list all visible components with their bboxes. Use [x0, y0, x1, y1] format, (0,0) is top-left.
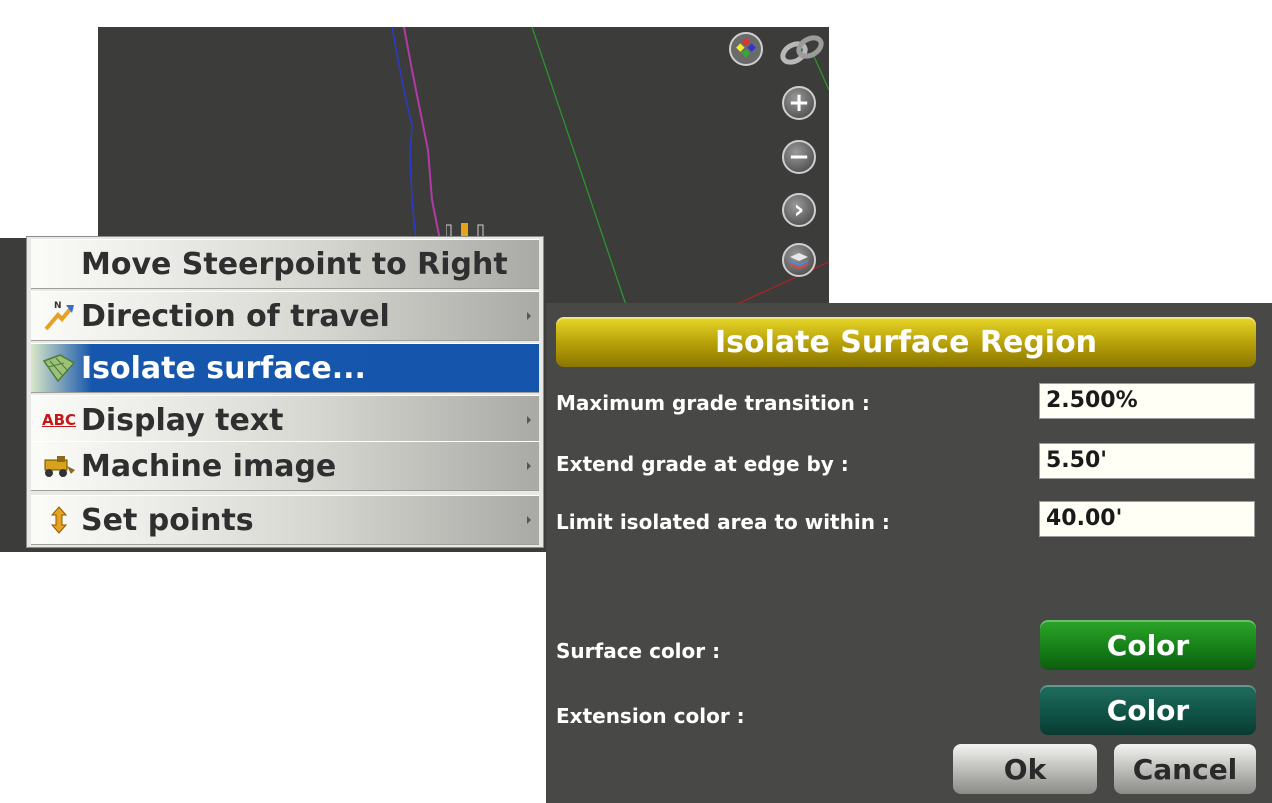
surface-icon	[37, 348, 81, 388]
isolate-surface-dialog: Isolate Surface Region Maximum grade tra…	[546, 303, 1272, 803]
extension-color-button[interactable]: Color	[1040, 685, 1256, 735]
abc-text-glyph: ABC	[41, 411, 77, 429]
submenu-arrow-icon	[527, 516, 531, 524]
menu-item-display-text[interactable]: ABC Display text	[31, 395, 539, 445]
menu-item-set-points[interactable]: Set points	[31, 495, 539, 545]
machine-icon	[37, 446, 81, 486]
surface-color-button[interactable]: Color	[1040, 620, 1256, 670]
menu-item-label: Isolate surface...	[81, 350, 366, 386]
menu-item-label: Move Steerpoint to Right	[81, 246, 508, 282]
limit-area-label: Limit isolated area to within :	[556, 510, 890, 534]
surface-color-label: Surface color :	[556, 639, 721, 663]
menu-item-move-steerpoint[interactable]: Move Steerpoint to Right	[31, 239, 539, 289]
dialog-title: Isolate Surface Region	[556, 317, 1256, 367]
link-icon[interactable]	[780, 33, 824, 67]
menu-item-label: Display text	[81, 402, 284, 438]
menu-item-machine-image[interactable]: Machine image	[31, 441, 539, 491]
layers-icon[interactable]	[782, 243, 816, 277]
menu-item-label: Direction of travel	[81, 298, 390, 334]
layers-glyph	[789, 253, 809, 269]
green-alignment-line	[531, 26, 627, 306]
menu-item-isolate-surface[interactable]: Isolate surface...	[31, 343, 539, 393]
extend-grade-label: Extend grade at edge by :	[556, 452, 849, 476]
submenu-arrow-icon	[527, 312, 531, 320]
max-grade-transition-field[interactable]: 2.500%	[1039, 383, 1255, 419]
max-grade-transition-label: Maximum grade transition :	[556, 391, 870, 415]
svg-text:N: N	[54, 301, 62, 311]
zoom-in-icon[interactable]: +	[782, 86, 816, 120]
cancel-button[interactable]: Cancel	[1114, 744, 1256, 794]
extend-grade-field[interactable]: 5.50'	[1039, 443, 1255, 479]
menu-item-label: Machine image	[81, 448, 337, 484]
context-menu: Move Steerpoint to Right N Direction of …	[26, 236, 544, 548]
submenu-arrow-icon	[527, 462, 531, 470]
extension-color-label: Extension color :	[556, 704, 745, 728]
next-icon[interactable]: ›	[782, 193, 816, 227]
menu-item-direction-of-travel[interactable]: N Direction of travel	[31, 291, 539, 341]
menu-item-label: Set points	[81, 502, 254, 538]
submenu-arrow-icon	[527, 416, 531, 424]
red-boundary-line	[734, 261, 829, 306]
blank-icon	[37, 244, 81, 284]
ok-button[interactable]: Ok	[953, 744, 1097, 794]
limit-area-field[interactable]: 40.00'	[1039, 501, 1255, 537]
abc-text-icon: ABC	[37, 400, 81, 440]
up-down-arrow-icon	[37, 500, 81, 540]
compass-arrow-icon: N	[37, 296, 81, 336]
zoom-out-icon[interactable]: −	[782, 140, 816, 174]
overlay-grid-icon[interactable]	[728, 31, 764, 67]
